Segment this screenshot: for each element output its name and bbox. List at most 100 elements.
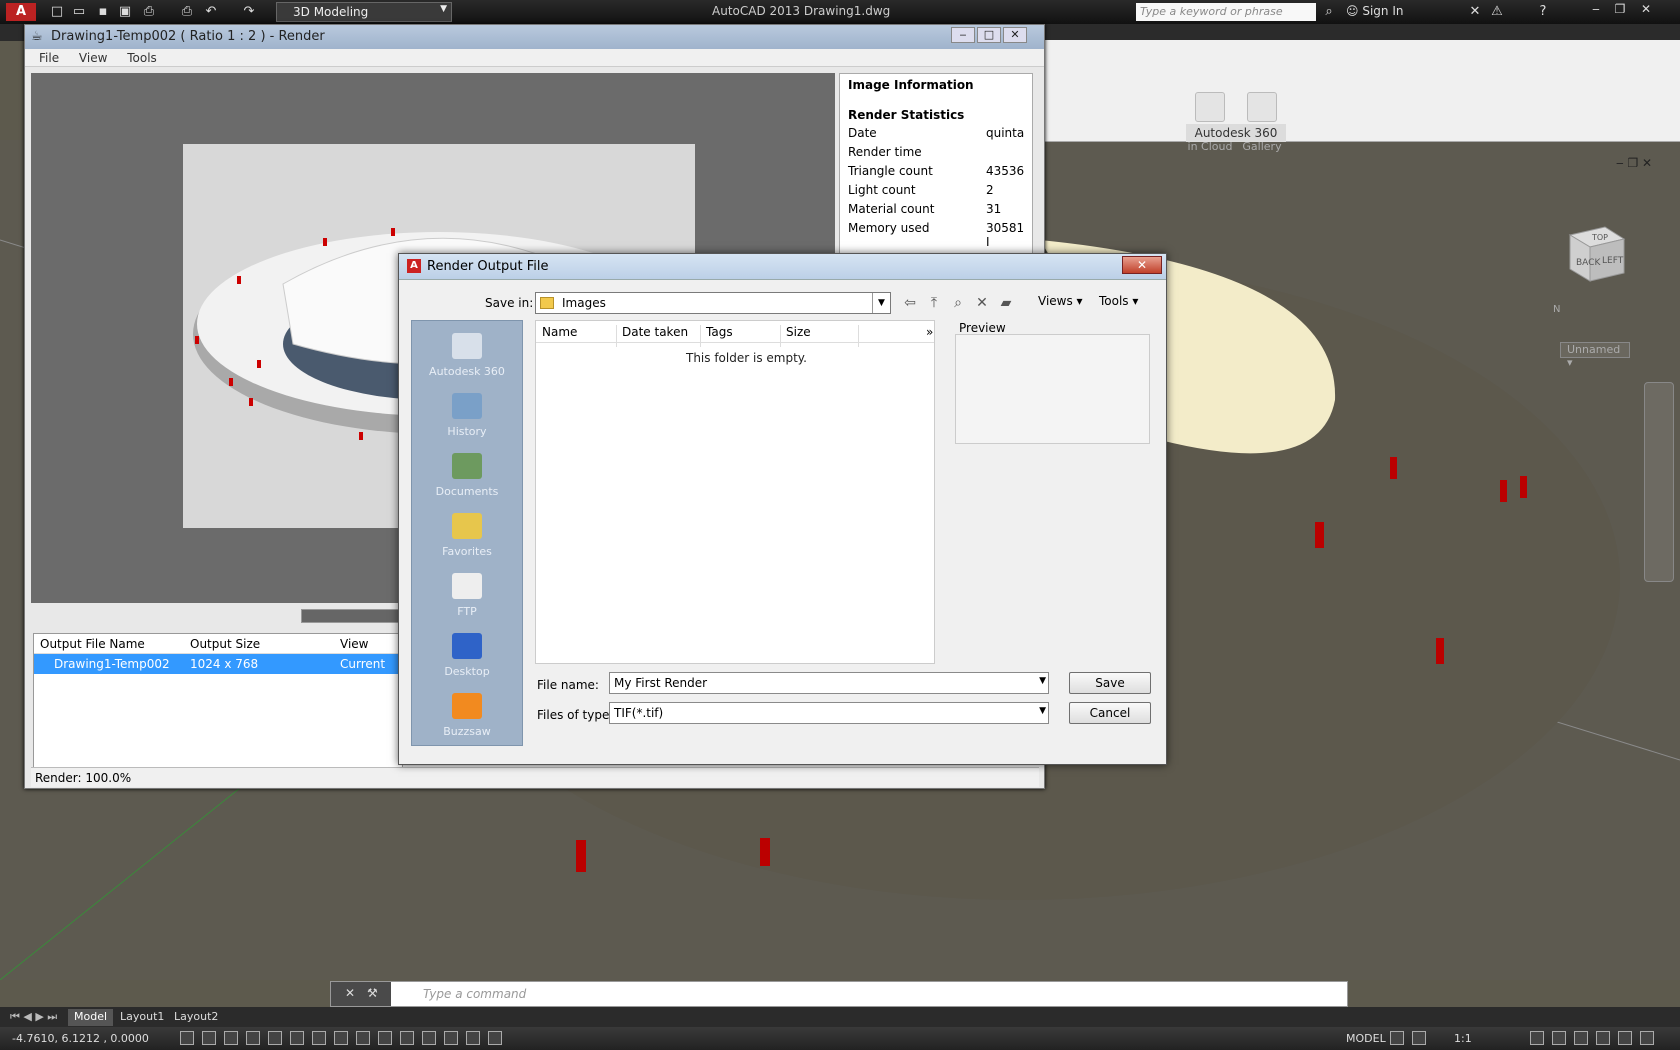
minimize-icon[interactable]: ‒ <box>951 27 975 43</box>
tab-layout2[interactable]: Layout2 <box>168 1009 224 1026</box>
app-title: AutoCAD 2013 Drawing1.dwg <box>712 4 891 18</box>
gizmo-icon[interactable] <box>488 1031 502 1045</box>
render-gallery-button[interactable]: Render Gallery <box>1238 92 1286 154</box>
maximize-icon[interactable]: □ <box>977 27 1001 43</box>
column-output-file-name[interactable]: Output File Name <box>40 637 145 651</box>
minimize-icon[interactable]: ‒ <box>1586 2 1606 20</box>
column-tags[interactable]: Tags <box>706 325 733 339</box>
tab-nav-arrows[interactable]: ⏮ ◀ ▶ ⏭ <box>4 1009 63 1026</box>
menu-view[interactable]: View <box>79 51 107 65</box>
tools-menu[interactable]: Tools ▾ <box>1099 294 1138 308</box>
place-documents[interactable]: Documents <box>412 447 522 507</box>
open-icon[interactable]: ▭ <box>70 3 88 21</box>
menu-file[interactable]: File <box>39 51 59 65</box>
column-date-taken[interactable]: Date taken <box>622 325 688 339</box>
column-view[interactable]: View <box>340 637 368 651</box>
command-input[interactable]: Type a command <box>423 987 526 1001</box>
isolate-objects-icon[interactable] <box>1596 1031 1610 1045</box>
viewcube[interactable]: BACK LEFT TOP <box>1550 225 1632 285</box>
place-ftp[interactable]: FTP <box>412 567 522 627</box>
column-separator <box>858 325 859 347</box>
coordinates-readout[interactable]: -4.7610, 6.1212 , 0.0000 <box>12 1032 149 1045</box>
search-input[interactable]: Type a keyword or phrase <box>1136 3 1316 21</box>
viewport-window-controls[interactable]: ‒ ❐ ✕ <box>1616 156 1652 170</box>
place-history[interactable]: History <box>412 387 522 447</box>
quick-view-layouts-icon[interactable] <box>1390 1031 1404 1045</box>
clean-screen-icon[interactable] <box>1640 1031 1654 1045</box>
new-folder-icon[interactable]: ▰ <box>997 294 1015 312</box>
file-list[interactable]: Name Date taken Tags Size » This folder … <box>535 320 935 664</box>
polar-icon[interactable] <box>268 1031 282 1045</box>
snap-icon[interactable] <box>202 1031 216 1045</box>
place-desktop[interactable]: Desktop <box>412 627 522 687</box>
tab-model[interactable]: Model <box>68 1009 114 1026</box>
save-icon[interactable]: ▪ <box>94 3 112 21</box>
menu-tools[interactable]: Tools <box>127 51 157 65</box>
quick-properties-icon[interactable] <box>444 1031 458 1045</box>
selection-cycling-icon[interactable] <box>466 1031 480 1045</box>
close-icon[interactable]: ✕ <box>1003 27 1027 43</box>
views-label: Views <box>1038 294 1073 308</box>
print-icon[interactable]: ⎙ <box>178 3 196 21</box>
search-web-icon[interactable]: ⌕ <box>949 294 967 312</box>
quick-view-drawings-icon[interactable] <box>1412 1031 1426 1045</box>
model-space-button[interactable]: MODEL <box>1346 1032 1386 1045</box>
workspace-dropdown[interactable]: 3D Modeling ▼ <box>276 2 452 22</box>
history-row[interactable]: Drawing1-Temp002 1024 x 768 Current <box>34 654 402 674</box>
new-icon[interactable]: □ <box>48 3 66 21</box>
back-icon[interactable]: ⇦ <box>901 294 919 312</box>
osnap-icon[interactable] <box>290 1031 304 1045</box>
autocad-logo-icon[interactable]: A <box>6 3 36 21</box>
infer-constraints-icon[interactable] <box>180 1031 194 1045</box>
delete-icon[interactable]: ✕ <box>973 294 991 312</box>
close-icon[interactable]: ✕ <box>345 986 355 1000</box>
toolbar-lock-icon[interactable] <box>1552 1031 1566 1045</box>
exchange-icon[interactable]: ✕ <box>1466 3 1484 21</box>
3d-osnap-icon[interactable] <box>312 1031 326 1045</box>
ducs-icon[interactable] <box>356 1031 370 1045</box>
place-favorites[interactable]: Favorites <box>412 507 522 567</box>
close-icon[interactable]: ✕ <box>1636 2 1656 20</box>
save-as-icon[interactable]: ▣ <box>116 3 134 21</box>
sign-in-button[interactable]: ☺ Sign In <box>1346 4 1403 18</box>
otrack-icon[interactable] <box>334 1031 348 1045</box>
grid-icon[interactable] <box>224 1031 238 1045</box>
restore-icon[interactable]: ❐ <box>1610 2 1630 20</box>
navigation-bar[interactable] <box>1644 382 1674 582</box>
column-name[interactable]: Name <box>542 325 577 339</box>
plot-icon[interactable]: ⎙ <box>140 3 158 21</box>
save-in-dropdown[interactable]: Images ▼ <box>535 292 891 314</box>
undo-icon[interactable]: ↶ <box>202 3 220 21</box>
save-button[interactable]: Save <box>1069 672 1151 694</box>
named-view-dropdown[interactable]: Unnamed ▾ <box>1560 342 1630 369</box>
place-buzzsaw[interactable]: Buzzsaw <box>412 687 522 747</box>
command-line-controls[interactable]: ✕ ⚒ <box>331 982 391 1006</box>
binoculars-icon[interactable]: ⌕ <box>1320 3 1338 21</box>
status-bar-menu-icon[interactable] <box>1618 1031 1632 1045</box>
stay-connected-icon[interactable]: ⚠ <box>1488 3 1506 21</box>
file-type-dropdown[interactable]: TIF(*.tif) ▼ <box>609 702 1049 724</box>
transparency-icon[interactable] <box>422 1031 436 1045</box>
render-in-cloud-button[interactable]: Render in Cloud <box>1186 92 1234 154</box>
ortho-icon[interactable] <box>246 1031 260 1045</box>
column-output-size[interactable]: Output Size <box>190 637 260 651</box>
views-menu[interactable]: Views ▾ <box>1038 294 1083 308</box>
cancel-button[interactable]: Cancel <box>1069 702 1151 724</box>
wrench-icon[interactable]: ⚒ <box>367 986 378 1000</box>
lineweight-icon[interactable] <box>400 1031 414 1045</box>
chevron-down-icon[interactable]: ▼ <box>1039 676 1046 686</box>
file-name-input[interactable]: My First Render ▼ <box>609 672 1049 694</box>
help-icon[interactable]: ? <box>1534 3 1552 21</box>
up-folder-icon[interactable]: ⤒ <box>925 294 943 312</box>
tab-layout1[interactable]: Layout1 <box>114 1009 170 1026</box>
place-autodesk-360[interactable]: Autodesk 360 <box>412 327 522 387</box>
annotation-scale[interactable]: 1:1 <box>1454 1032 1472 1045</box>
column-size[interactable]: Size <box>786 325 811 339</box>
command-line[interactable]: ✕ ⚒ Type a command <box>330 981 1348 1007</box>
hardware-acceleration-icon[interactable] <box>1574 1031 1588 1045</box>
redo-icon[interactable]: ↷ <box>240 3 258 21</box>
workspace-switching-icon[interactable] <box>1530 1031 1544 1045</box>
close-icon[interactable]: ✕ <box>1122 256 1162 274</box>
dyn-icon[interactable] <box>378 1031 392 1045</box>
more-columns-icon[interactable]: » <box>926 325 933 339</box>
